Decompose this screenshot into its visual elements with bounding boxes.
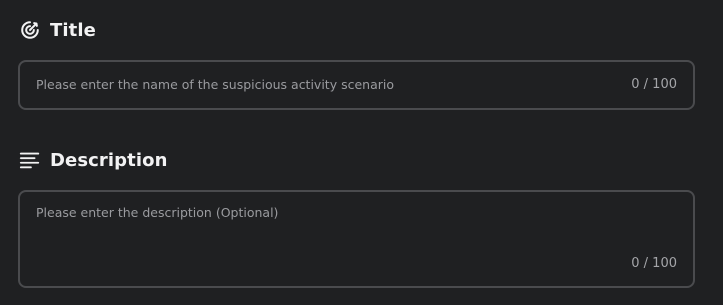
title-section-header: Title bbox=[18, 18, 96, 42]
title-input-placeholder: Please enter the name of the suspicious … bbox=[36, 77, 394, 92]
title-input[interactable]: Please enter the name of the suspicious … bbox=[18, 60, 695, 110]
description-char-counter: 0 / 100 bbox=[631, 256, 677, 271]
title-section-label: Title bbox=[50, 19, 96, 41]
align-left-icon bbox=[18, 148, 42, 172]
title-char-counter: 0 / 100 bbox=[631, 77, 677, 92]
description-section-label: Description bbox=[50, 149, 168, 171]
target-icon bbox=[18, 18, 42, 42]
description-textarea[interactable]: Please enter the description (Optional) … bbox=[18, 190, 695, 288]
description-textarea-placeholder: Please enter the description (Optional) bbox=[36, 205, 279, 220]
description-section-header: Description bbox=[18, 148, 168, 172]
